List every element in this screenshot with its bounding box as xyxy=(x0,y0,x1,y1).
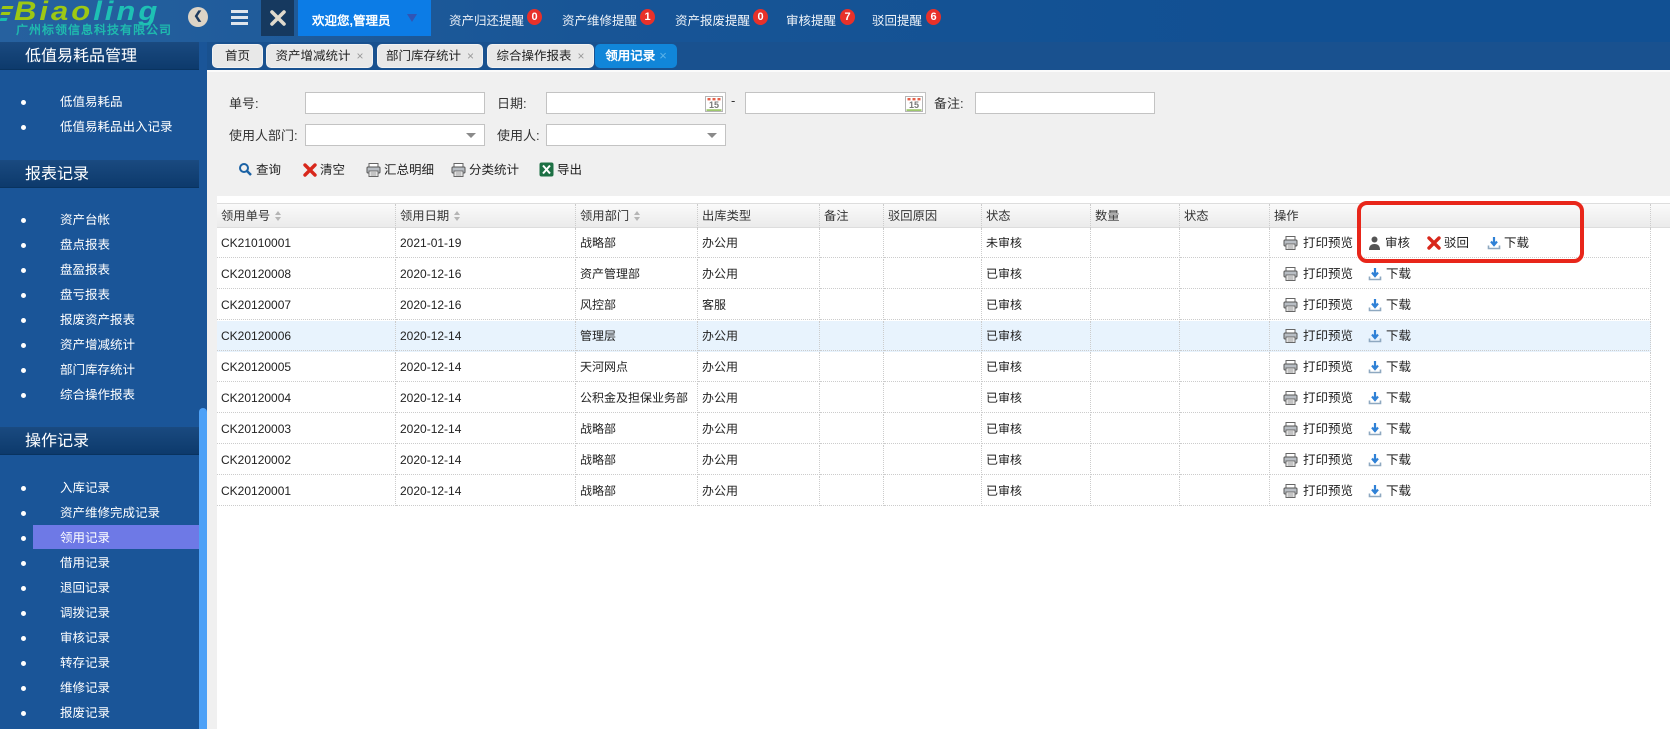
svg-text:15: 15 xyxy=(909,100,919,110)
svg-text:15: 15 xyxy=(709,100,719,110)
